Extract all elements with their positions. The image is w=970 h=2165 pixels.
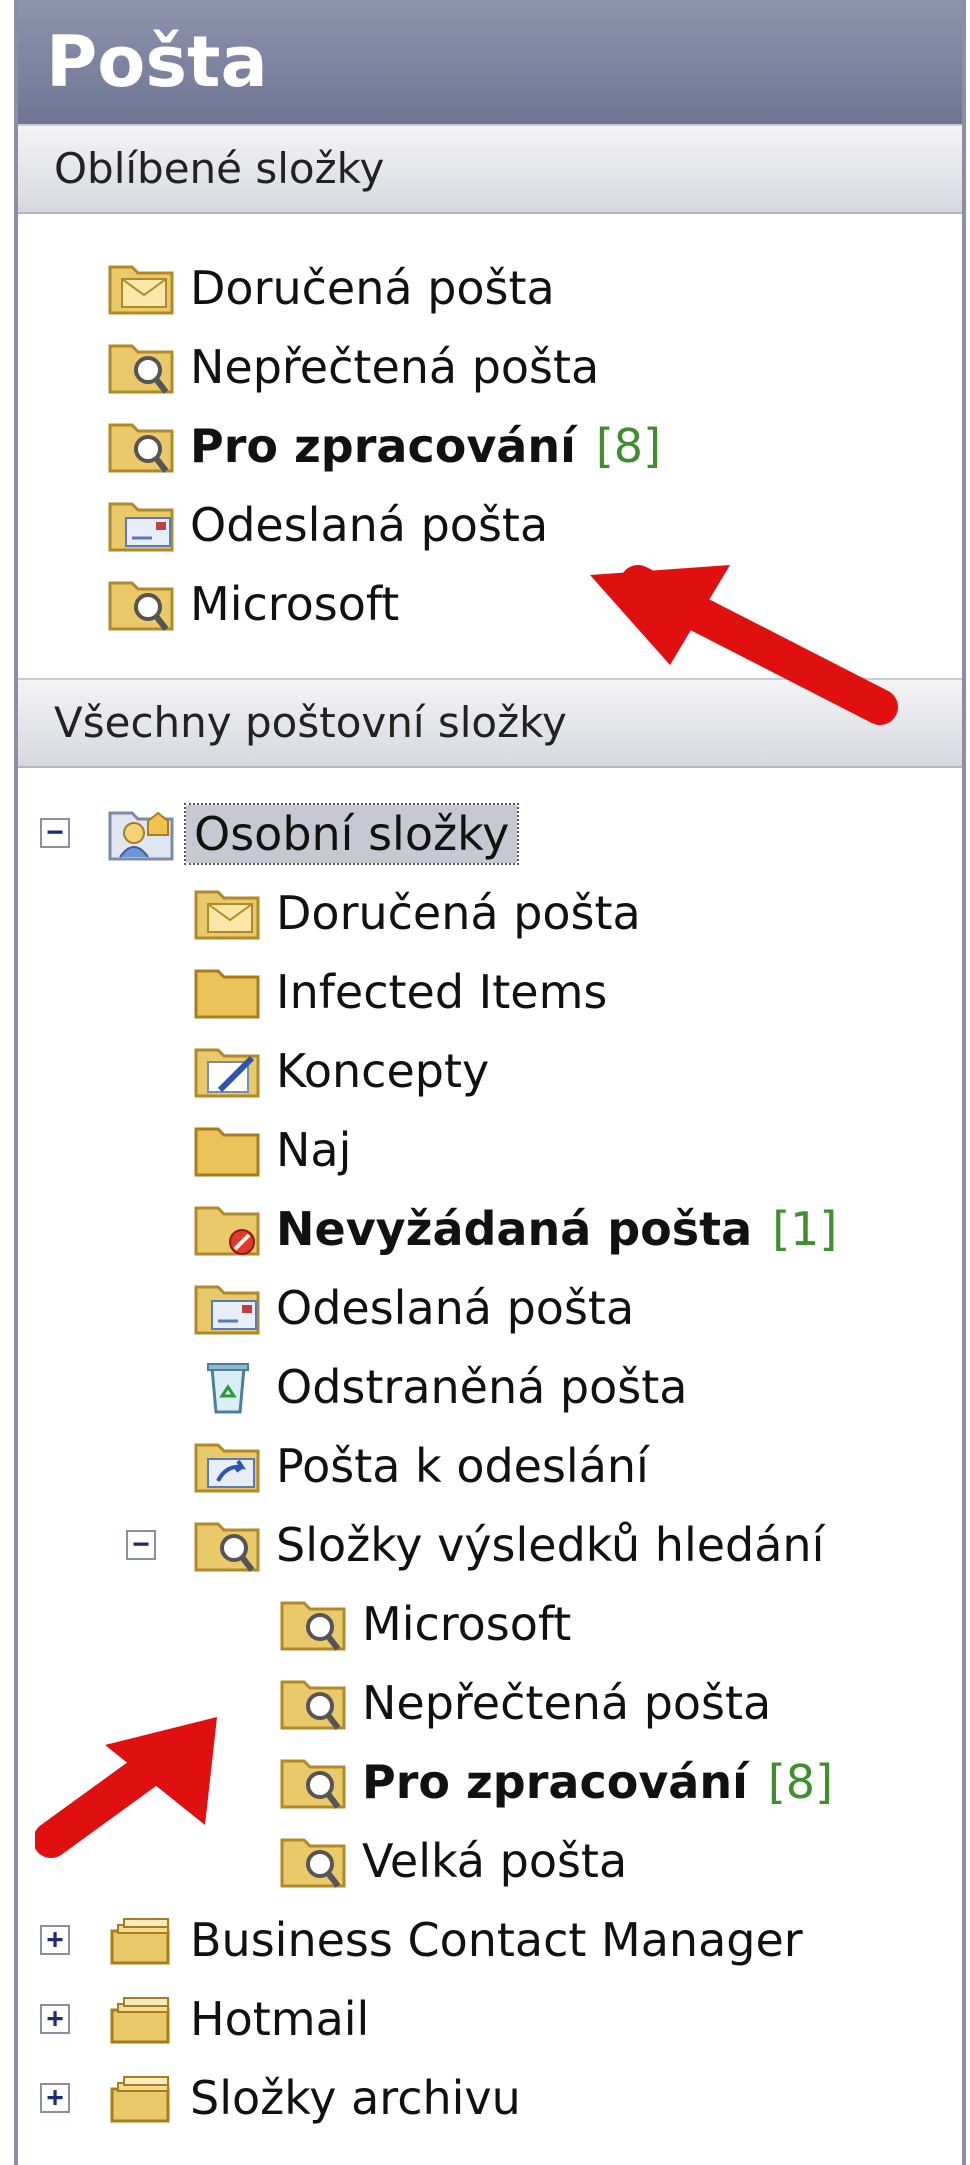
search-folder-icon: [108, 344, 174, 394]
inbox-folder-icon: [194, 890, 260, 940]
search-folder-icon: [108, 423, 174, 473]
sent-folder-icon: [194, 1285, 260, 1335]
folder-label: Osobní složky: [183, 803, 520, 865]
search-folder-icon: [280, 1759, 346, 1809]
expand-hotmail-button[interactable]: +: [40, 2004, 70, 2034]
annotation-arrow-lower: [35, 1717, 217, 1858]
annotation-arrow-upper: [590, 565, 898, 725]
folder-label: Pošta k odeslání: [276, 1439, 649, 1493]
collapse-search-folders-button[interactable]: −: [126, 1530, 156, 1560]
tree-item-search-large-mail[interactable]: Velká pošta: [276, 1825, 631, 1897]
collapse-personal-folders-button[interactable]: −: [40, 818, 70, 848]
search-folder-icon: [280, 1601, 346, 1651]
folder-label: Složky výsledků hledání: [276, 1518, 825, 1572]
tree-item-inbox[interactable]: Doručená pošta: [190, 877, 645, 949]
favorite-sent[interactable]: Odeslaná pošta: [104, 489, 552, 561]
tree-item-outbox[interactable]: Pošta k odeslání: [190, 1430, 653, 1502]
tree-item-infected-items[interactable]: Infected Items: [190, 956, 611, 1028]
folder-label: Koncepty: [276, 1044, 490, 1098]
inbox-folder-icon: [108, 265, 174, 315]
junk-folder-icon: [194, 1206, 260, 1256]
folder-label: Nevyžádaná pošta: [276, 1202, 753, 1256]
tree-item-sent[interactable]: Odeslaná pošta: [190, 1272, 638, 1344]
folder-label: Doručená pošta: [276, 886, 641, 940]
folder-label: Nepřečtená pošta: [190, 340, 600, 394]
tree-item-personal-folders[interactable]: Osobní složky: [104, 798, 520, 870]
recycle-bin-icon: [207, 1363, 249, 1414]
tree-item-business-contact-manager[interactable]: Business Contact Manager: [104, 1904, 807, 1976]
folder-label: Pro zpracování: [190, 419, 576, 473]
folder-label: Odeslaná pošta: [190, 498, 549, 552]
favorite-unread[interactable]: Nepřečtená pošta: [104, 331, 603, 403]
folder-label: Odeslaná pošta: [276, 1281, 635, 1335]
unread-count: [8]: [595, 419, 662, 473]
folder-label: Microsoft: [190, 577, 400, 631]
folder-icon: [194, 969, 260, 1019]
tree-item-search-microsoft[interactable]: Microsoft: [276, 1588, 575, 1660]
folder-label: Infected Items: [276, 965, 608, 1019]
folder-label: Doručená pošta: [190, 261, 555, 315]
tree-item-junk[interactable]: Nevyžádaná pošta [1]: [190, 1193, 837, 1265]
personal-folders-icon: [108, 811, 174, 861]
archive-folder-icon: [110, 2076, 170, 2123]
tree-item-hotmail[interactable]: Hotmail: [104, 1983, 373, 2055]
folder-label: Naj: [276, 1123, 352, 1177]
tree-item-naj[interactable]: Naj: [190, 1114, 355, 1186]
favorite-inbox[interactable]: Doručená pošta: [104, 252, 559, 324]
unread-count: [1]: [772, 1202, 838, 1256]
search-folder-icon: [194, 1522, 260, 1572]
tree-item-deleted[interactable]: Odstraněná pošta: [190, 1351, 691, 1423]
search-folder-icon: [108, 581, 174, 631]
search-folder-icon: [280, 1838, 346, 1888]
favorite-to-process[interactable]: Pro zpracování [8]: [104, 410, 661, 482]
folder-label: Pro zpracování: [362, 1755, 748, 1809]
folder-label: Business Contact Manager: [190, 1913, 803, 1967]
folder-label: Hotmail: [190, 1992, 370, 2046]
archive-folder-icon: [110, 1997, 170, 2044]
unread-count: [8]: [767, 1755, 834, 1809]
drafts-folder-icon: [194, 1048, 260, 1098]
tree-item-search-unread[interactable]: Nepřečtená pošta: [276, 1667, 775, 1739]
folder-label: Velká pošta: [362, 1834, 628, 1888]
search-folder-icon: [280, 1680, 346, 1730]
folder-label: Nepřečtená pošta: [362, 1676, 772, 1730]
favorites-header[interactable]: Oblíbené složky: [18, 124, 962, 214]
folder-label: Microsoft: [362, 1597, 572, 1651]
tree-item-search-folders[interactable]: Složky výsledků hledání: [190, 1509, 828, 1581]
tree-item-archive-folders[interactable]: Složky archivu: [104, 2062, 525, 2134]
pane-title: Pošta: [18, 0, 962, 124]
folder-label: Složky archivu: [190, 2071, 521, 2125]
folder-label: Odstraněná pošta: [276, 1360, 688, 1414]
archive-folder-icon: [110, 1918, 170, 1965]
tree-item-drafts[interactable]: Koncepty: [190, 1035, 493, 1107]
outbox-folder-icon: [194, 1443, 260, 1493]
tree-item-search-to-process[interactable]: Pro zpracování [8]: [276, 1746, 833, 1818]
favorite-microsoft[interactable]: Microsoft: [104, 568, 403, 640]
sent-folder-icon: [108, 502, 174, 552]
expand-archive-button[interactable]: +: [40, 2083, 70, 2113]
expand-bcm-button[interactable]: +: [40, 1925, 70, 1955]
folder-icon: [194, 1127, 260, 1177]
